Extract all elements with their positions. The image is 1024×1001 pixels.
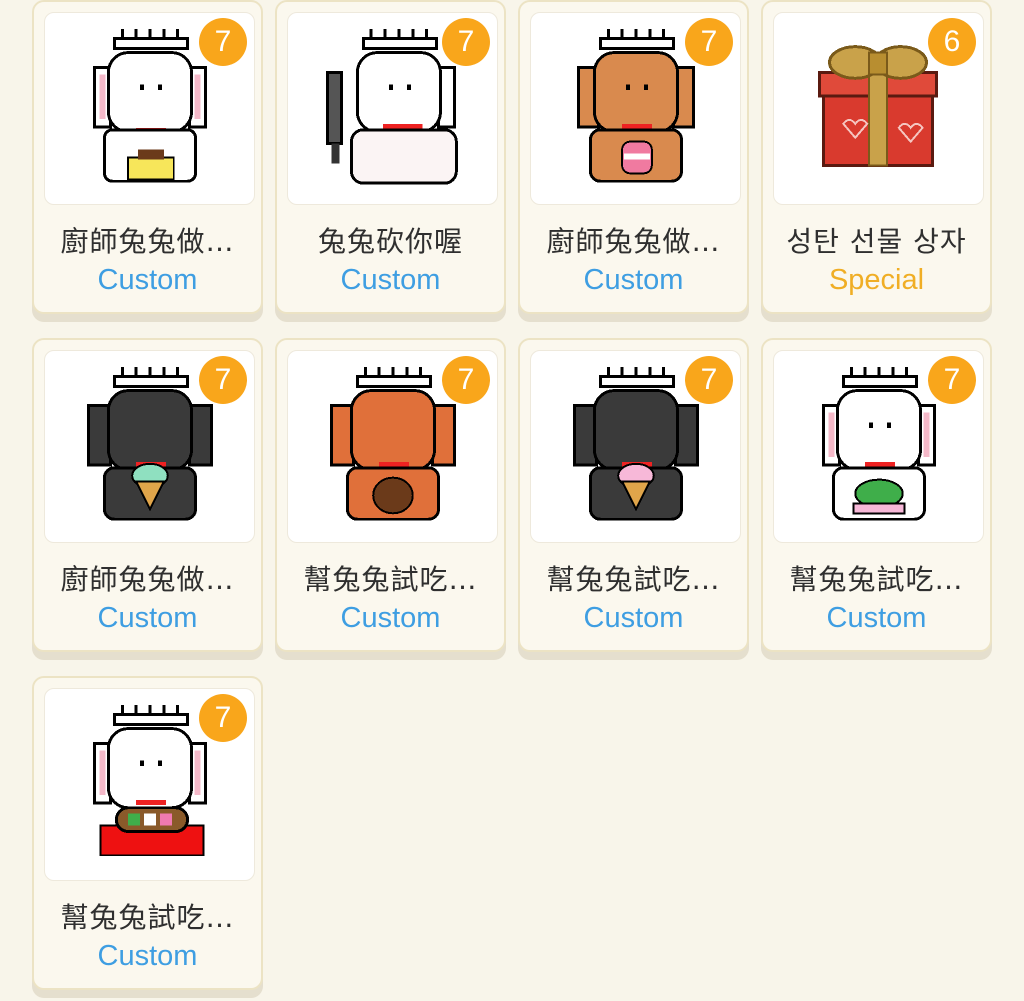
sticker-card[interactable]: 7 幫兔兔試吃… Custom xyxy=(518,338,749,652)
sticker-title: 성탄 선물 상자 xyxy=(786,225,967,258)
sticker-type: Custom xyxy=(340,264,441,296)
sticker-type: Special xyxy=(828,264,925,296)
count-badge: 6 xyxy=(928,18,976,66)
sticker-title: 幫兔兔試吃… xyxy=(789,563,964,596)
sticker-type: Custom xyxy=(97,940,198,972)
sticker-card[interactable]: 7 廚師兔兔做… Custom xyxy=(518,0,749,314)
count-badge: 7 xyxy=(199,18,247,66)
count-badge: 7 xyxy=(442,356,490,404)
sticker-title: 幫兔兔試吃… xyxy=(546,563,721,596)
sticker-type: Custom xyxy=(97,264,198,296)
sticker-type: Custom xyxy=(583,602,684,634)
sticker-type: Custom xyxy=(583,264,684,296)
sticker-card[interactable]: 7 兔兔砍你喔 Custom xyxy=(275,0,506,314)
sticker-title: 幫兔兔試吃… xyxy=(60,901,235,934)
sticker-title: 廚師兔兔做… xyxy=(60,225,235,258)
sticker-type: Custom xyxy=(97,602,198,634)
sticker-card[interactable]: 7 廚師兔兔做… Custom xyxy=(32,0,263,314)
sticker-title: 廚師兔兔做… xyxy=(60,563,235,596)
sticker-type: Custom xyxy=(826,602,927,634)
sticker-card[interactable]: 7 幫兔兔試吃… Custom xyxy=(32,676,263,990)
sticker-card[interactable]: 7 幫兔兔試吃… Custom xyxy=(275,338,506,652)
sticker-title: 幫兔兔試吃… xyxy=(303,563,478,596)
count-badge: 7 xyxy=(442,18,490,66)
sticker-title: 兔兔砍你喔 xyxy=(317,225,463,258)
count-badge: 7 xyxy=(928,356,976,404)
sticker-title: 廚師兔兔做… xyxy=(546,225,721,258)
sticker-card[interactable]: 6 성탄 선물 상자 Special xyxy=(761,0,992,314)
count-badge: 7 xyxy=(685,356,733,404)
count-badge: 7 xyxy=(199,694,247,742)
sticker-grid: 7 廚師兔兔做… Custom 7 兔兔砍你喔 Custom 7 廚師兔兔做… … xyxy=(32,0,994,990)
count-badge: 7 xyxy=(199,356,247,404)
sticker-card[interactable]: 7 廚師兔兔做… Custom xyxy=(32,338,263,652)
sticker-type: Custom xyxy=(340,602,441,634)
sticker-card[interactable]: 7 幫兔兔試吃… Custom xyxy=(761,338,992,652)
count-badge: 7 xyxy=(685,18,733,66)
